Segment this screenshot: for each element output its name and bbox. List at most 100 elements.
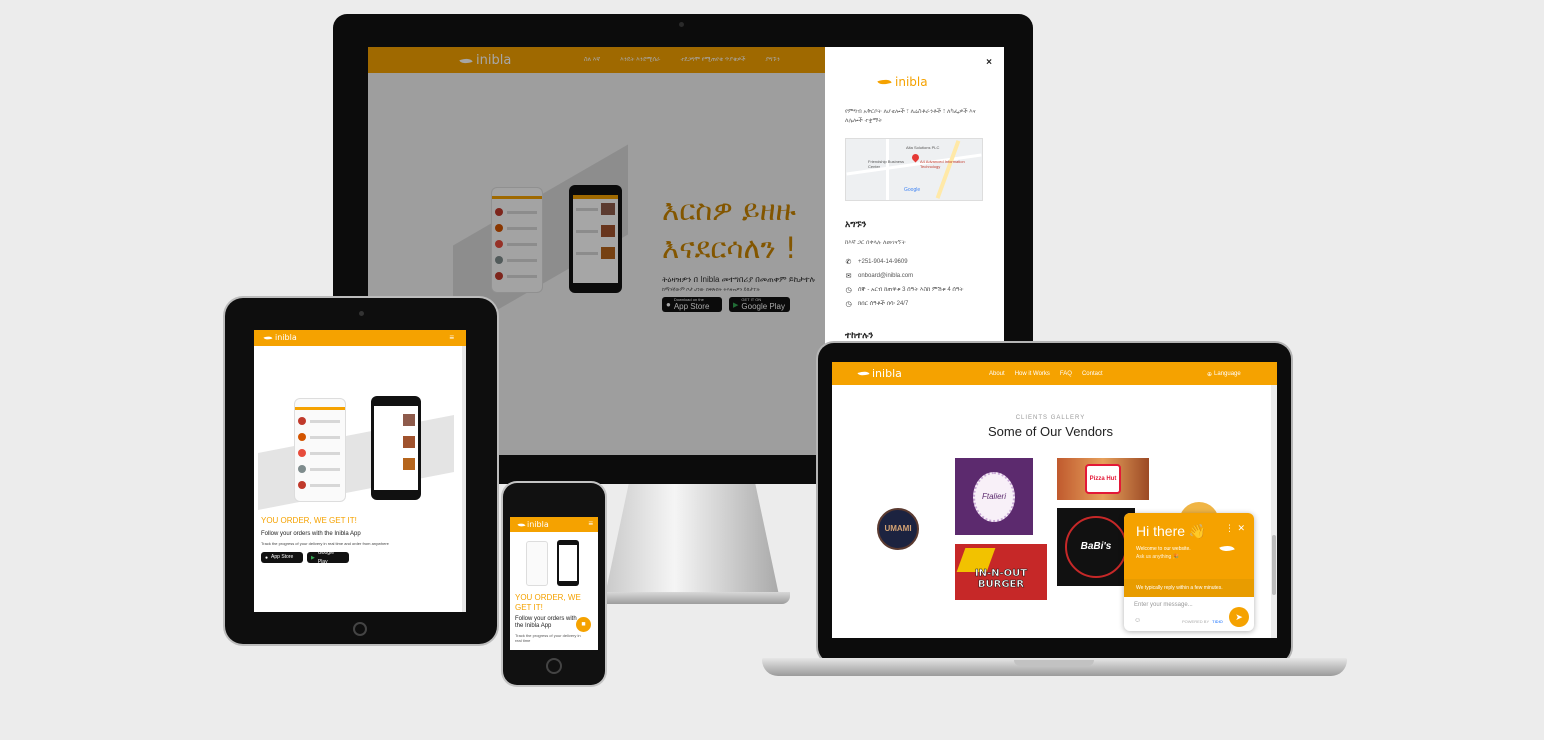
- phone-screen: inibla ≡ YOU ORDER, WE GET IT! Follow yo…: [510, 517, 598, 650]
- contact-hours: ◷ ሰኞ - አርብ ከጠዋቱ 3 ሰዓት እስከ ምሽቱ 4 ሰዓት: [845, 283, 963, 297]
- google-play-icon: ▶: [733, 301, 739, 309]
- contact-phone-text: +251-904-14-9609: [858, 259, 908, 265]
- panel-logo: inibla: [877, 75, 928, 89]
- phone-navbar: inibla ≡: [510, 517, 598, 532]
- leaf-icon: [263, 334, 273, 341]
- vendor-logo-umami[interactable]: UMAMI: [877, 508, 919, 550]
- tablet-app-store-label: App Store: [271, 554, 294, 560]
- phone-headline: YOU ORDER, WE GET IT!: [515, 593, 581, 613]
- phone-logo[interactable]: inibla: [517, 520, 549, 529]
- tablet-logo[interactable]: inibla: [263, 333, 297, 342]
- phone-subheadline: Follow your orders with the Inibla App: [515, 616, 577, 629]
- vendor-in-n-out-text: IN-N-OUT BURGER: [974, 568, 1028, 591]
- hero-subtitle: ትዕዛዝዎን በ Inibla መተግበሪያ በመጠቀም ይከታተሉ: [662, 275, 816, 284]
- language-label: Language: [1214, 371, 1241, 377]
- vendor-logo-ftalieri[interactable]: Ftalieri: [955, 458, 1033, 535]
- chat-launcher-icon[interactable]: ■: [576, 617, 591, 632]
- app-store-button[interactable]: ● Download on the App Store: [662, 297, 722, 312]
- tablet-google-play-button[interactable]: ▶ Google Play: [307, 550, 349, 565]
- phone-logo-text: inibla: [527, 520, 549, 529]
- laptop-screen: inibla About How it Works FAQ Contact ⊕ …: [832, 362, 1277, 638]
- chat-message-input[interactable]: Enter your message...: [1134, 602, 1193, 608]
- laptop-logo[interactable]: inibla: [857, 367, 902, 380]
- vendor-ftalieri-text: Ftalieri: [973, 472, 1015, 522]
- nav-link-how-it-works[interactable]: How it Works: [1015, 371, 1050, 377]
- tablet-camera: [359, 311, 364, 316]
- chat-close-icon[interactable]: ✕: [1237, 523, 1245, 534]
- hero-heading-line-2: እናደርሳለን !: [662, 231, 797, 265]
- vendor-babis-text: BaBi's BISTRO: [1065, 516, 1127, 578]
- phone-headline-line-1: YOU ORDER, WE: [515, 593, 581, 602]
- phone-mockup: inibla ≡ YOU ORDER, WE GET IT! Follow yo…: [503, 483, 605, 685]
- vendor-logo-pizza-hut[interactable]: Pizza Hut: [1057, 458, 1149, 500]
- tablet-headline: YOU ORDER, WE GET IT!: [261, 516, 357, 525]
- leaf-icon: [1219, 542, 1235, 555]
- chat-powered-brand: TIDIO: [1212, 619, 1223, 624]
- nav-link-faq[interactable]: FAQ: [1060, 371, 1072, 377]
- panel-intro-text: የምግብ አቅርቦት ለሆቴሎች ፣ ለሬስቶራንቶች ፣ ለካፌዎች እና ለ…: [845, 109, 976, 124]
- contact-support: ◷ ክበር ሰዓቶች በሳ፡ 24/7: [845, 297, 963, 311]
- leaf-icon: [877, 76, 892, 88]
- imac-camera: [679, 22, 684, 27]
- tablet-mockup: inibla ≡ YOU ORDER, WE GET IT! Follow yo…: [225, 298, 497, 644]
- tablet-hero-backdrop: [258, 415, 454, 510]
- tablet-app-store-button[interactable]: ● App Store: [261, 552, 303, 563]
- laptop-navbar: inibla About How it Works FAQ Contact ⊕ …: [832, 362, 1277, 385]
- nav-link-contact[interactable]: ያግኙን: [765, 57, 779, 64]
- map-pin-icon: [910, 152, 921, 163]
- google-play-icon: ▶: [311, 554, 315, 561]
- send-message-icon[interactable]: ➤: [1229, 607, 1249, 627]
- nav-link-faq[interactable]: ተደጋግሞ የሚጠየቁ ጥያቄዎች: [680, 57, 745, 64]
- map-label: Alta Solutions PLC: [906, 145, 940, 150]
- hero-heading-line-1: እርስዎ ይዘዙ: [662, 193, 796, 227]
- leaf-icon: [517, 521, 526, 528]
- desktop-stand-base: [590, 592, 790, 604]
- tablet-home-button: [353, 622, 367, 636]
- chat-more-icon[interactable]: ⋮: [1225, 523, 1234, 534]
- hamburger-menu-icon[interactable]: ≡: [588, 519, 593, 528]
- chat-reply-time: We typically reply within a few minutes.: [1124, 579, 1254, 597]
- envelope-icon: ✉: [845, 273, 852, 280]
- laptop-logo-text: inibla: [872, 367, 902, 380]
- tablet-google-play-label: Google Play: [317, 549, 334, 565]
- laptop-notch: [1014, 660, 1094, 666]
- nav-link-about[interactable]: About: [989, 371, 1005, 377]
- laptop-scrollbar[interactable]: [1271, 385, 1277, 638]
- clock-icon: ◷: [845, 287, 852, 294]
- apple-icon: ●: [265, 554, 269, 561]
- tablet-navbar: inibla ≡: [254, 330, 466, 346]
- follow-heading: ተከተሉን: [845, 331, 874, 341]
- map-google-label: Google: [904, 187, 921, 193]
- location-map[interactable]: Alta Solutions PLC Friendship Business C…: [845, 138, 983, 201]
- nav-link-contact[interactable]: Contact: [1082, 371, 1103, 377]
- tablet-screen: inibla ≡ YOU ORDER, WE GET IT! Follow yo…: [254, 330, 466, 612]
- tablet-mock-phone-white: [294, 398, 346, 502]
- contact-phone[interactable]: ✆ +251-904-14-9609: [845, 255, 963, 269]
- hero-subtitle-2: ከማንኛውም ቦታ ሆነው በቅጽበት ትእዛዝዎን ይከታተሉ: [662, 287, 761, 293]
- map-label: A4 Advanced Information Technology: [920, 159, 965, 169]
- tablet-mock-phone-black: [371, 396, 421, 500]
- apple-icon: ●: [666, 300, 671, 309]
- chat-powered-by: POWERED BY TIDIO: [1182, 619, 1223, 624]
- panel-close-button[interactable]: ×: [986, 57, 992, 68]
- contact-email[interactable]: ✉ onboard@inibla.com: [845, 269, 963, 283]
- phone-mock-phone-white: [526, 541, 548, 586]
- contact-list: ✆ +251-904-14-9609 ✉ onboard@inibla.com ◷ ሰ…: [845, 255, 963, 311]
- google-play-label: Google Play: [741, 302, 785, 311]
- google-play-button[interactable]: ▶ GET IT ON Google Play: [729, 297, 790, 312]
- nav-link-about[interactable]: ስለ እኛ: [584, 57, 600, 64]
- vendor-pizza-hut-text: Pizza Hut: [1085, 464, 1121, 494]
- contact-heading: አግኙን: [845, 220, 867, 230]
- nav-link-how-it-works[interactable]: እንዴት እንደሚሰራ: [620, 57, 660, 64]
- emoji-icon[interactable]: ☺: [1134, 617, 1141, 624]
- desktop-nav-links: ስለ እኛ እንዴት እንደሚሰራ ተደጋግሞ የሚጠየቁ ጥያቄዎች ያግኙን: [584, 57, 780, 64]
- desktop-stand: [604, 484, 780, 600]
- tablet-scrollbar[interactable]: [462, 346, 466, 612]
- phone-description: Track the progress of your delivery in r…: [515, 633, 581, 643]
- gallery-eyebrow: CLIENTS GALLERY: [1015, 415, 1086, 421]
- hamburger-menu-icon[interactable]: ≡: [449, 333, 454, 342]
- phone-headline-line-2: GET IT!: [515, 603, 543, 612]
- vendor-logo-in-n-out[interactable]: IN-N-OUT BURGER: [955, 544, 1047, 600]
- language-selector[interactable]: ⊕ Language: [1207, 371, 1241, 378]
- site-logo[interactable]: inibla: [459, 53, 511, 68]
